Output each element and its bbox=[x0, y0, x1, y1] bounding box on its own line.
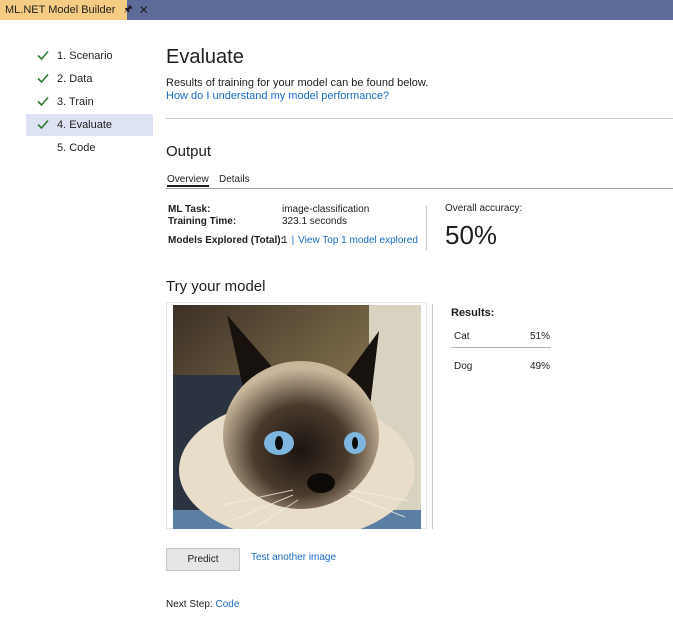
try-model-heading: Try your model bbox=[166, 278, 266, 295]
results-divider bbox=[432, 304, 433, 529]
accuracy-value: 50% bbox=[445, 220, 498, 250]
document-tab-title: ML.NET Model Builder bbox=[5, 4, 116, 16]
checkmark-icon bbox=[37, 50, 49, 61]
models-separator: | bbox=[291, 235, 295, 246]
preview-image-frame bbox=[166, 302, 427, 529]
result-row-dog: Dog 49% bbox=[454, 361, 550, 372]
next-step: Next Step: Code bbox=[166, 599, 239, 610]
result-row-cat: Cat 51% bbox=[454, 331, 550, 342]
page-title: Evaluate bbox=[166, 46, 244, 68]
document-tab[interactable]: ML.NET Model Builder 🖈 ✕ bbox=[0, 0, 149, 20]
checkmark-icon bbox=[37, 96, 49, 107]
result-label: Dog bbox=[454, 361, 473, 372]
ml-task-label: ML Task: bbox=[168, 204, 211, 215]
training-time-value: 323.1 seconds bbox=[282, 216, 348, 227]
title-bar: ML.NET Model Builder 🖈 ✕ bbox=[0, 0, 673, 20]
cat-photo bbox=[173, 305, 421, 529]
sidebar-item-label: 1. Scenario bbox=[57, 50, 113, 62]
page-description: Results of training for your model can b… bbox=[166, 77, 429, 89]
sidebar-item-code[interactable]: 5. Code bbox=[26, 137, 153, 159]
tab-overview[interactable]: Overview bbox=[167, 174, 209, 187]
pin-icon[interactable]: 🖈 bbox=[123, 2, 132, 19]
results-title: Results: bbox=[451, 307, 495, 319]
ml-task-value: image-classification bbox=[282, 204, 370, 215]
output-tabs: Overview Details bbox=[166, 174, 673, 189]
section-divider bbox=[166, 118, 673, 119]
metrics-divider bbox=[426, 205, 427, 251]
result-score: 49% bbox=[529, 361, 550, 372]
sidebar-item-evaluate[interactable]: 4. Evaluate bbox=[26, 114, 153, 136]
accuracy-label: Overall accuracy: bbox=[445, 203, 523, 214]
training-time-label: Training Time: bbox=[168, 216, 237, 227]
results-separator bbox=[451, 347, 551, 348]
next-step-label: Next Step: bbox=[166, 599, 213, 610]
result-score: 51% bbox=[529, 331, 550, 342]
view-models-link[interactable]: View Top 1 model explored bbox=[298, 235, 418, 246]
sidebar-item-train[interactable]: 3. Train bbox=[26, 91, 153, 113]
wizard-sidebar: 1. Scenario 2. Data 3. Train 4. Evaluate… bbox=[0, 20, 160, 623]
models-explored-value: 1 bbox=[282, 235, 288, 246]
sidebar-item-data[interactable]: 2. Data bbox=[26, 68, 153, 90]
sidebar-item-label: 2. Data bbox=[57, 73, 93, 85]
checkmark-icon bbox=[37, 73, 49, 84]
sidebar-item-scenario[interactable]: 1. Scenario bbox=[26, 45, 153, 67]
tab-details[interactable]: Details bbox=[219, 174, 250, 185]
performance-help-link[interactable]: How do I understand my model performance… bbox=[166, 90, 389, 102]
sidebar-item-label: 3. Train bbox=[57, 96, 94, 108]
output-heading: Output bbox=[166, 143, 212, 160]
close-icon[interactable]: ✕ bbox=[139, 3, 149, 17]
models-explored-row: 1 | View Top 1 model explored bbox=[282, 235, 418, 246]
predict-button[interactable]: Predict bbox=[166, 548, 240, 571]
test-another-image-link[interactable]: Test another image bbox=[251, 552, 336, 563]
sidebar-item-label: 5. Code bbox=[57, 142, 96, 154]
checkmark-icon bbox=[37, 119, 49, 130]
next-step-code-link[interactable]: Code bbox=[215, 599, 239, 610]
models-explored-label: Models Explored (Total): bbox=[168, 235, 284, 246]
result-label: Cat bbox=[454, 331, 470, 342]
sidebar-item-label: 4. Evaluate bbox=[57, 119, 113, 131]
